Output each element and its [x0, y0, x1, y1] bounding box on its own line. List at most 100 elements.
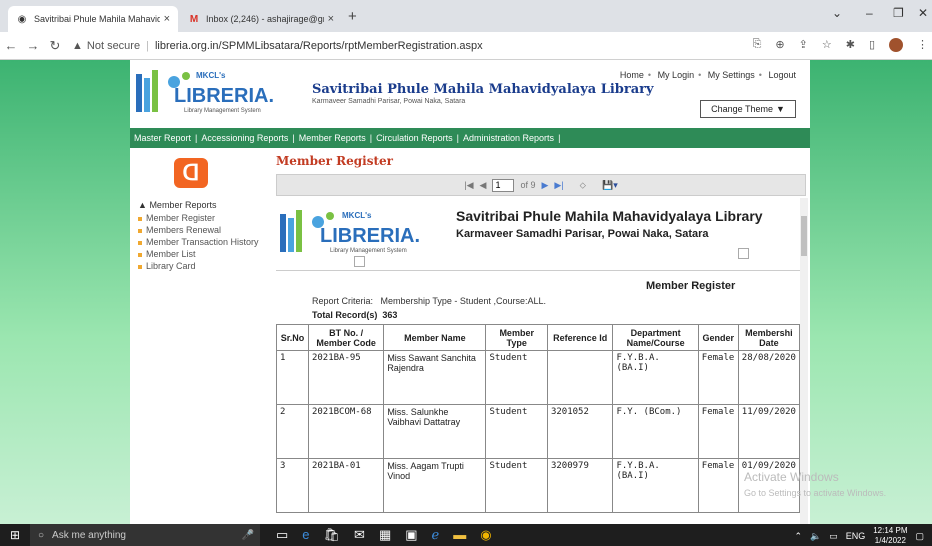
change-theme-label: Change Theme	[711, 104, 773, 114]
logo-mkcl: MKCL's	[196, 71, 226, 80]
sidebar-item-library-card[interactable]: Library Card	[138, 260, 259, 272]
edge-icon[interactable]: e	[302, 527, 309, 543]
column-header: Membershi Date	[737, 324, 800, 351]
report-logo-mkcl: MKCL's	[342, 211, 372, 220]
sidebar-item-label: Members Renewal	[146, 225, 222, 235]
table-cell: Miss. Salunkhe Vaibhavi Dattatray	[383, 404, 487, 459]
network-icon[interactable]: ▭	[829, 531, 838, 542]
table-cell: 28/08/2020	[737, 350, 800, 405]
report-libreria-logo: MKCL's LIBRERIA. Library Management Syst…	[280, 210, 420, 254]
report-title: Savitribai Phule Mahila Mahavidyalaya Li…	[456, 208, 763, 224]
calculator-icon[interactable]: ▦	[379, 527, 391, 543]
table-cell: 2021BA-01	[307, 458, 385, 513]
first-page-icon[interactable]: |◀	[464, 180, 473, 191]
sidebar-item-member-list[interactable]: Member List	[138, 248, 259, 260]
browser-tab-libreria[interactable]: ◉ Savitribai Phule Mahila Mahavid ×	[8, 6, 178, 32]
gmail-icon: M	[189, 13, 199, 25]
extensions-icon[interactable]: ✱	[846, 38, 855, 52]
bullet-icon	[138, 228, 142, 233]
mail-icon[interactable]: ✉	[354, 527, 365, 543]
forward-icon[interactable]: →	[22, 38, 44, 53]
sidepanel-icon[interactable]: ▯	[869, 38, 875, 52]
page-number-input[interactable]	[492, 178, 515, 192]
back-icon[interactable]: ←	[0, 38, 22, 53]
taskbar-search[interactable]: ○ Ask me anything 🎤	[30, 524, 260, 546]
link-my-login[interactable]: My Login	[658, 70, 695, 80]
chrome-icon[interactable]: ◉	[480, 527, 491, 543]
share-icon[interactable]: ⇪	[799, 38, 808, 52]
column-header: Department Name/Course	[612, 324, 699, 351]
column-header: Sr.No	[276, 324, 309, 351]
maximize-icon[interactable]: ❐	[893, 6, 904, 20]
bookmark-star-icon[interactable]: ☆	[822, 38, 832, 52]
system-tray: ⌃ 🔈 ▭ ENG 12:14 PM 1/4/2022 ▢	[794, 526, 924, 546]
bullet-icon	[138, 264, 142, 269]
save-export-icon[interactable]: 💾▾	[602, 180, 618, 191]
scrollbar-thumb[interactable]	[801, 216, 807, 256]
chevron-down-icon[interactable]: ⌄	[832, 6, 842, 20]
sidebar: ᗡ ▲ Member Reports Member Register Membe…	[130, 148, 268, 524]
avatar[interactable]	[889, 38, 903, 52]
notifications-icon[interactable]: ▢	[915, 531, 924, 542]
new-tab-button[interactable]: +	[348, 8, 357, 25]
translate-icon[interactable]: ⎘	[753, 38, 762, 52]
page-title: Member Register	[276, 154, 393, 168]
find-icon[interactable]: ⬦	[580, 180, 586, 191]
windows-start-icon[interactable]: ⊞	[0, 528, 30, 542]
language-indicator[interactable]: ENG	[846, 531, 866, 541]
browser-tabbar: ◉ Savitribai Phule Mahila Mahavid × M In…	[0, 0, 932, 32]
store-icon[interactable]: 🛍	[324, 527, 341, 543]
logo-text: LIBRERIA.	[174, 85, 274, 107]
menu-dots-icon[interactable]: ⋮	[917, 38, 928, 52]
caret-down-icon: ▼	[775, 104, 785, 114]
clock-date: 1/4/2022	[874, 536, 906, 545]
ie-icon[interactable]: ℯ	[432, 527, 440, 543]
browser-tab-gmail[interactable]: M Inbox (2,246) - ashajirage@gma ×	[180, 6, 342, 32]
sidebar-heading[interactable]: ▲ Member Reports	[138, 200, 216, 210]
menu-administration-reports[interactable]: Administration Reports	[463, 133, 554, 143]
prev-page-icon[interactable]: ◀	[480, 180, 487, 191]
dx-logo-icon: ᗡ	[174, 158, 208, 188]
menu-circulation-reports[interactable]: Circulation Reports	[376, 133, 453, 143]
link-home[interactable]: Home	[620, 70, 644, 80]
url-field[interactable]: ▲ Not secure | libreria.org.in/SPMMLibsa…	[72, 40, 483, 52]
member-table: Sr.No BT No. / Member Code Member Name M…	[276, 324, 800, 513]
next-page-icon[interactable]: ▶	[541, 180, 548, 191]
menu-accessioning-reports[interactable]: Accessioning Reports	[201, 133, 288, 143]
close-tab-icon[interactable]: ×	[164, 13, 170, 25]
link-my-settings[interactable]: My Settings	[708, 70, 755, 80]
site-container: MKCL's LIBRERIA. Library Management Syst…	[130, 60, 810, 524]
table-cell: Student	[485, 350, 548, 405]
sidebar-item-label: Member List	[146, 249, 196, 259]
task-view-icon[interactable]: ▭	[276, 527, 288, 543]
total-records: Total Record(s) 363	[312, 310, 397, 320]
tray-chevron-icon[interactable]: ⌃	[794, 531, 802, 542]
file-explorer-icon[interactable]: ▬	[453, 527, 466, 543]
clock[interactable]: 12:14 PM 1/4/2022	[873, 526, 907, 546]
table-row: 2 2021BCOM-68 Miss. Salunkhe Vaibhavi Da…	[276, 404, 800, 459]
last-page-icon[interactable]: ▶|	[554, 180, 563, 191]
tab-title: Savitribai Phule Mahila Mahavid	[34, 14, 160, 24]
link-logout[interactable]: Logout	[768, 70, 796, 80]
table-cell: F.Y.B.A. (BA.I)	[612, 350, 699, 405]
report-logo-text: LIBRERIA.	[320, 225, 420, 247]
sidebar-item-member-register[interactable]: Member Register	[138, 212, 259, 224]
change-theme-button[interactable]: Change Theme ▼	[700, 100, 796, 118]
triangle-up-icon: ▲	[138, 200, 147, 210]
report-area: MKCL's LIBRERIA. Library Management Syst…	[276, 198, 800, 524]
menu-member-reports[interactable]: Member Reports	[299, 133, 366, 143]
photos-icon[interactable]: ▣	[405, 527, 417, 543]
reload-icon[interactable]: ↻	[44, 38, 66, 54]
minimize-icon[interactable]: –	[866, 6, 873, 20]
url-separator: |	[146, 39, 149, 52]
menu-master-report[interactable]: Master Report	[134, 133, 191, 143]
close-window-icon[interactable]: ✕	[918, 6, 928, 20]
checkbox-icon	[738, 248, 749, 259]
table-cell: 1	[276, 350, 309, 405]
volume-icon[interactable]: 🔈	[810, 531, 821, 542]
close-tab-icon[interactable]: ×	[328, 13, 334, 25]
sidebar-item-member-transaction-history[interactable]: Member Transaction History	[138, 236, 259, 248]
zoom-icon[interactable]: ⊕	[775, 38, 784, 52]
sidebar-item-members-renewal[interactable]: Members Renewal	[138, 224, 259, 236]
sidebar-list: Member Register Members Renewal Member T…	[138, 212, 259, 272]
